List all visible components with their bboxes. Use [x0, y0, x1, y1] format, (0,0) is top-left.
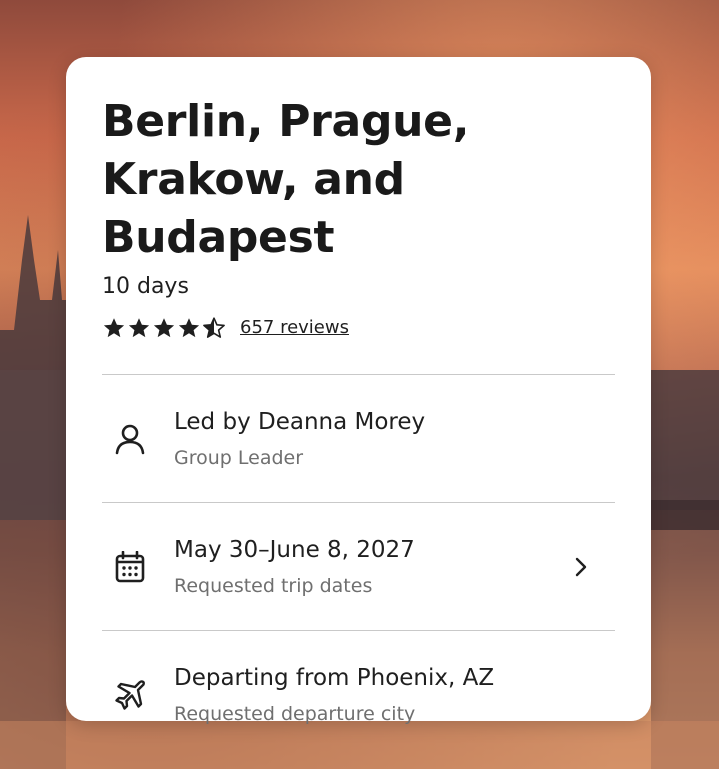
trip-dates-caption: Requested trip dates — [174, 574, 373, 597]
reviews-link[interactable]: 657 reviews — [240, 315, 349, 341]
star-rating — [102, 316, 226, 340]
trip-dates-row[interactable]: May 30–June 8, 2027 Requested trip dates — [102, 503, 615, 630]
star-full-icon — [128, 318, 150, 338]
departure-city-row: Departing from Phoenix, AZ Requested dep… — [102, 631, 615, 758]
calendar-icon — [112, 549, 148, 585]
star-full-icon — [103, 318, 125, 338]
departure-city: Departing from Phoenix, AZ — [174, 664, 495, 691]
star-full-icon — [153, 318, 175, 338]
star-half-icon — [203, 317, 225, 338]
chevron-right-icon[interactable] — [573, 557, 589, 577]
trip-title: Berlin, Prague, Krakow, and Budapest — [102, 96, 470, 263]
star-full-icon — [178, 318, 200, 338]
departure-city-caption: Requested departure city — [174, 702, 416, 725]
rating-row: 657 reviews — [102, 315, 615, 341]
trip-summary-card: Berlin, Prague, Krakow, and Budapest 10 … — [66, 57, 651, 725]
trip-duration: 10 days — [102, 274, 189, 299]
trip-dates: May 30–June 8, 2027 — [174, 536, 415, 563]
airplane-icon — [112, 677, 148, 713]
group-leader-row: Led by Deanna Morey Group Leader — [102, 375, 615, 502]
person-icon — [112, 421, 148, 457]
leader-role: Group Leader — [174, 446, 304, 469]
leader-name: Led by Deanna Morey — [174, 408, 426, 435]
